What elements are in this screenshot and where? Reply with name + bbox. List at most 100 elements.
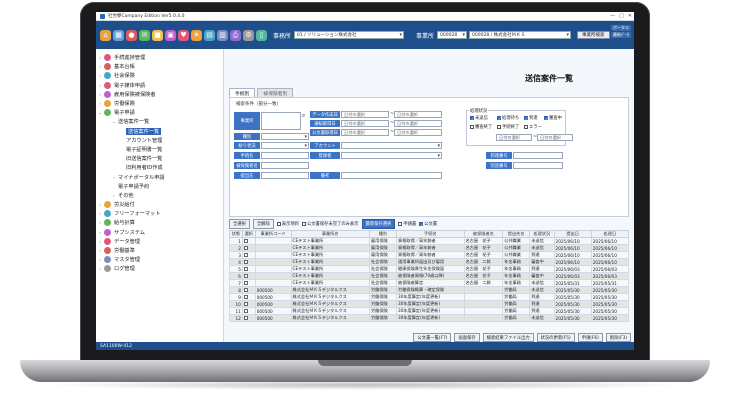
chevron-icon[interactable]: ›: [96, 101, 104, 106]
portal-button[interactable]: ポータル: [611, 25, 631, 31]
row-select-cell[interactable]: [241, 314, 256, 322]
checkbox-icon[interactable]: ✓: [544, 116, 548, 121]
send-status-select[interactable]: [261, 142, 309, 149]
column-header[interactable]: 提出日: [553, 230, 592, 238]
column-header[interactable]: 事業所コード: [254, 230, 292, 238]
chevron-icon[interactable]: ›: [96, 202, 104, 207]
chevron-icon[interactable]: ›: [96, 248, 104, 253]
row-select-cell[interactable]: [241, 293, 256, 301]
row-checkbox[interactable]: [243, 238, 248, 243]
sidebar-item[interactable]: › 基本台帳: [96, 62, 223, 71]
sidebar-item[interactable]: › 労働基準: [96, 246, 223, 255]
building-icon[interactable]: ▦: [113, 29, 124, 41]
chevron-icon[interactable]: ⌄: [96, 110, 104, 115]
column-header[interactable]: 種別: [368, 230, 398, 238]
jimusho-input[interactable]: [261, 112, 301, 130]
checkbox-icon[interactable]: ✓: [497, 116, 501, 121]
sun-icon[interactable]: ☀: [191, 29, 202, 41]
table-row[interactable]: 7 CEテスト事業所 社会保険 被保険者算定 名古屋 二郎 年金事務 未送信 2025/05/…: [229, 279, 630, 287]
latest-save-select-button[interactable]: 最新保存選択: [361, 218, 396, 229]
table-row[interactable]: 10 000500 株式会社ＭＫＳデジタルクス 労働保険 30年度算定(年度更新) 労働局…: [229, 300, 630, 308]
row-select-cell[interactable]: [241, 279, 256, 287]
status-checkbox[interactable]: エラー: [524, 124, 542, 130]
status-date-to[interactable]: 日付の選択: [537, 134, 573, 141]
column-header[interactable]: 選択: [241, 230, 256, 238]
bottom-action-button[interactable]: 削除(F3): [605, 333, 631, 342]
table-row[interactable]: 9 000500 株式会社ＭＫＳデジタルクス 労働保険 30年度算定(年度更新) 労働局到…: [229, 293, 630, 301]
row-checkbox[interactable]: [243, 273, 248, 278]
client-select[interactable]: 000028 / 株式会社ＭＫＳ: [469, 31, 572, 39]
row-checkbox[interactable]: [243, 245, 248, 250]
sidebar-item[interactable]: › マスタ管理: [96, 255, 223, 264]
client-search-button[interactable]: 事業所検索: [577, 31, 610, 39]
table-row[interactable]: 3 CEテスト事業所 雇用保険 資格取得／高年齢者 名古屋 花子 公共職業 到達 2025/0…: [229, 251, 630, 259]
procedure-input[interactable]: [261, 152, 309, 159]
chevron-icon[interactable]: ›: [96, 211, 104, 216]
row-select-cell[interactable]: [241, 286, 256, 294]
table-row[interactable]: 12 000500 株式会社ＭＫＳデジタルクス 労働保険 30年度算定(年度更新) 労働局…: [229, 314, 630, 322]
sidebar-item[interactable]: ⌄ 電子申請: [96, 108, 223, 117]
sidebar-item[interactable]: 電子申請予約: [96, 182, 223, 191]
briefcase-icon[interactable]: ▣: [165, 29, 176, 41]
row-checkbox[interactable]: [243, 252, 248, 257]
pub-date-to[interactable]: 日付の選択: [394, 129, 442, 136]
row-checkbox[interactable]: [243, 315, 248, 320]
chevron-icon[interactable]: ›: [96, 83, 104, 88]
row-checkbox[interactable]: [243, 287, 248, 292]
table-row[interactable]: 6 CEテスト事業所 社会保険 被保険者資格(70歳以降) 名古屋 花子 年金事務 審査中 2…: [229, 272, 630, 280]
sidebar-item[interactable]: › 雇用保険被保険者: [96, 90, 223, 99]
folder-icon[interactable]: ■: [152, 29, 163, 41]
chevron-icon[interactable]: ⌄: [110, 119, 118, 124]
column-header[interactable]: 状態: [229, 230, 243, 238]
chevron-icon[interactable]: ›: [96, 257, 104, 262]
sidebar-item[interactable]: › 労災給付: [96, 200, 223, 209]
chevron-icon[interactable]: ›: [96, 220, 104, 225]
row-select-cell[interactable]: [241, 258, 256, 266]
table-row[interactable]: 2 CEテスト事業所 雇用保険 資格取得／高年齢者 名古屋 花子 公共職業 未送信 2025/…: [229, 244, 630, 252]
pub-date-from[interactable]: 日付の選択: [341, 129, 389, 136]
table-row[interactable]: 1 CEテスト事業所 雇用保険 資格取得／高年齢者 名古屋 花子 公共職業 未送信 2025/…: [229, 237, 630, 245]
column-header[interactable]: 処理日: [590, 230, 630, 238]
checkbox-icon[interactable]: [470, 125, 474, 129]
bottom-action-button[interactable]: 検索結果ファイル出力: [482, 333, 534, 342]
sidebar-item[interactable]: › その他: [96, 191, 223, 200]
chevron-icon[interactable]: ›: [96, 230, 104, 235]
notice-date-from[interactable]: 日付の選択: [341, 120, 389, 127]
calculator-icon[interactable]: ▥: [217, 29, 228, 41]
data-date-from[interactable]: 日付の選択: [341, 111, 389, 118]
status-checkbox[interactable]: ✓ 到達: [524, 115, 538, 121]
display-item-option[interactable]: 表示項目: [276, 221, 299, 227]
office-select[interactable]: 01 / ソリューション株式会社: [294, 31, 405, 39]
sidebar-item[interactable]: › 給与計算: [96, 218, 223, 227]
sidebar-item[interactable]: › フリーフォーマット: [96, 209, 223, 218]
row-checkbox[interactable]: [243, 266, 248, 271]
chevron-icon[interactable]: ›: [96, 73, 104, 78]
chevron-icon[interactable]: ›: [96, 92, 104, 97]
column-header[interactable]: 処理状況: [529, 230, 555, 238]
heart-icon[interactable]: ♥: [178, 29, 189, 41]
application-checkbox[interactable]: 申請書: [398, 221, 416, 227]
sidebar-item[interactable]: 電子証明書一覧: [96, 145, 223, 154]
row-select-cell[interactable]: [241, 265, 256, 273]
row-select-cell[interactable]: [241, 307, 256, 315]
sidebar-item[interactable]: › 労働保険: [96, 99, 223, 108]
data-date-to[interactable]: 日付の選択: [394, 111, 442, 118]
memo-input[interactable]: [341, 172, 442, 179]
row-checkbox[interactable]: [243, 280, 248, 285]
status-checkbox[interactable]: ✓ 未送信: [470, 115, 488, 121]
chevron-icon[interactable]: ›: [110, 175, 118, 180]
column-header[interactable]: 被保険者名: [463, 230, 504, 238]
refresh-data-button[interactable]: 最新ﾃﾞｰﾀ: [611, 32, 631, 38]
column-header[interactable]: 事業所名: [290, 230, 370, 238]
sidebar-item[interactable]: 旧送信案件一覧: [96, 154, 223, 163]
bottom-action-button[interactable]: 公文書一覧(F7): [413, 333, 452, 342]
checkbox-icon[interactable]: ✓: [524, 116, 528, 121]
checkbox-icon[interactable]: [524, 125, 528, 129]
row-checkbox[interactable]: [243, 301, 248, 306]
bottom-action-button[interactable]: 画面保存: [454, 333, 480, 342]
sidebar-item[interactable]: › マイナポータル申請: [96, 172, 223, 181]
maximize-button[interactable]: □: [619, 13, 624, 19]
row-select-cell[interactable]: [241, 244, 256, 252]
row-select-cell[interactable]: [241, 272, 256, 280]
kind-select[interactable]: [261, 133, 309, 140]
